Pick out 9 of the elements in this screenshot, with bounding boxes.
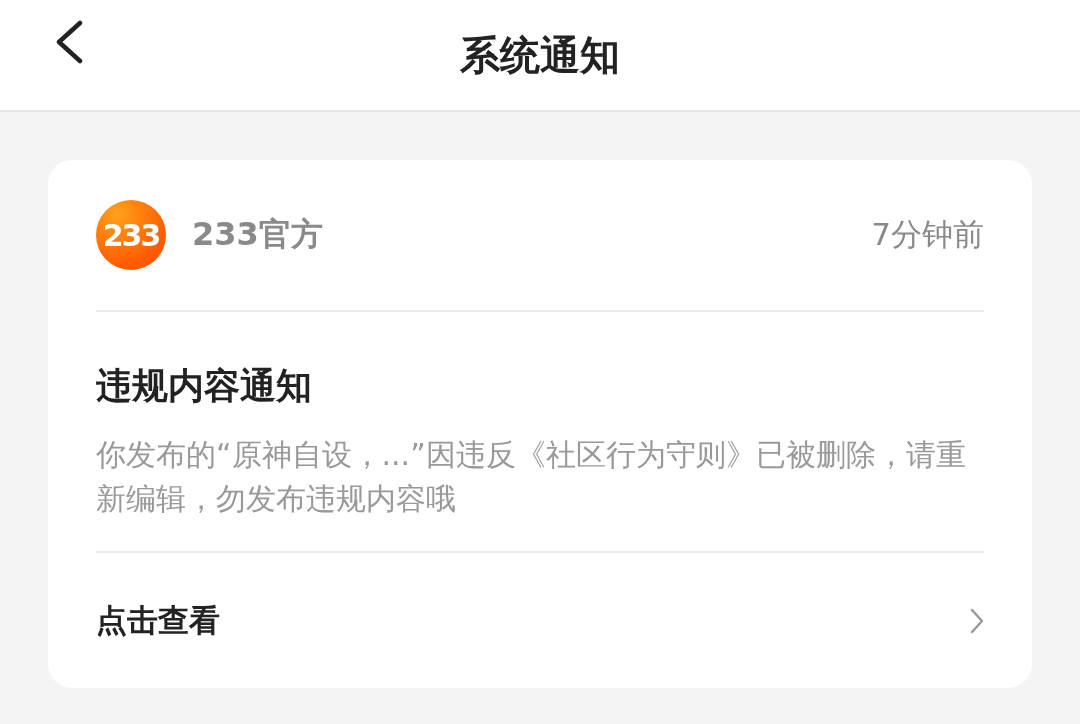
chevron-right-icon [970,607,984,634]
notification-body: 你发布的“原神自设，...”因违反《社区行为守则》已被删除，请重新编辑，勿发布违规内容哦 [96,436,967,518]
sender-name: 233官方 [192,214,323,255]
view-link[interactable]: 点击查看 [96,553,984,688]
timestamp: 7分钟前 [871,215,984,254]
notification-title: 违规内容通知 [96,364,313,408]
back-icon[interactable] [54,20,84,64]
page-title: 系统通知 [460,30,620,80]
sender-logo: 233 [96,200,166,270]
